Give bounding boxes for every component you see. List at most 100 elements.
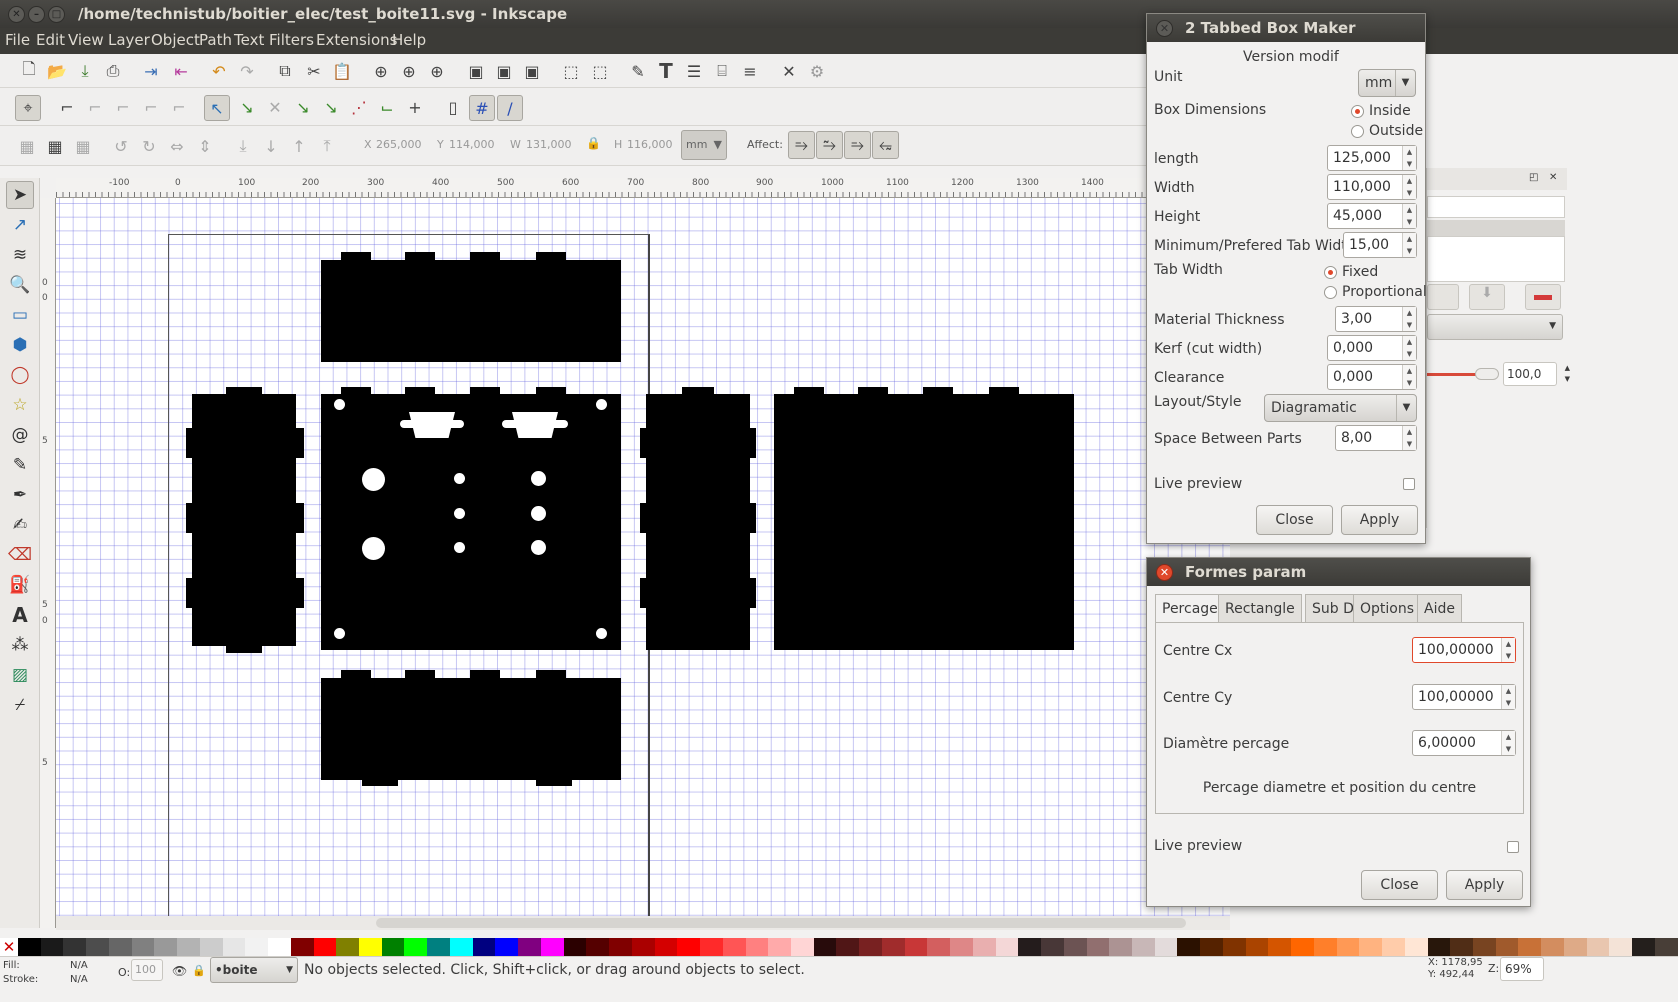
swatch[interactable] bbox=[631, 938, 655, 956]
menu-file[interactable]: File bbox=[5, 31, 30, 49]
snap-path-icon[interactable]: ↘ bbox=[236, 96, 258, 118]
align-distribute-icon[interactable]: ≡ bbox=[739, 60, 761, 82]
new-document-icon[interactable]: 🗋 bbox=[18, 59, 40, 82]
import-icon[interactable]: ⇥ bbox=[140, 60, 162, 82]
snap-midpoint-icon[interactable]: ⋰ bbox=[348, 96, 370, 118]
drawing-canvas[interactable] bbox=[56, 198, 1230, 916]
swatch[interactable] bbox=[1586, 938, 1610, 956]
diametre-percage-field[interactable]: 6,00000 ▲ ▼ bbox=[1412, 730, 1516, 756]
close-dialog-icon[interactable]: ✕ bbox=[1156, 564, 1173, 581]
snap-bbox-mid-icon[interactable]: ⌐ bbox=[140, 96, 162, 118]
drill-hole[interactable] bbox=[454, 508, 465, 519]
flip-vertical-icon[interactable]: ⇕ bbox=[194, 135, 216, 157]
clearance-field[interactable]: 0,000 ▲ ▼ bbox=[1327, 364, 1417, 390]
snap-nodes-icon[interactable]: ↖ bbox=[204, 95, 230, 121]
swatch[interactable] bbox=[836, 938, 860, 956]
swatch[interactable] bbox=[1313, 938, 1337, 956]
min-tab-width-field[interactable]: 15,00 ▲ ▼ bbox=[1343, 232, 1417, 258]
mounting-hole[interactable] bbox=[334, 399, 345, 410]
swatch[interactable] bbox=[1563, 938, 1587, 956]
rectangle-tool-icon[interactable]: ▭ bbox=[6, 301, 34, 329]
swatch[interactable] bbox=[722, 938, 746, 956]
swatch[interactable] bbox=[495, 938, 519, 956]
swatch[interactable] bbox=[1473, 938, 1496, 956]
menu-layer[interactable]: Layer bbox=[108, 31, 150, 49]
rotate-ccw-icon[interactable]: ↺ bbox=[110, 135, 132, 157]
menu-edit[interactable]: Edit bbox=[36, 31, 65, 49]
layer-select[interactable]: •boite ▼ bbox=[210, 957, 298, 983]
width-field[interactable]: 110,000 ▲ ▼ bbox=[1327, 174, 1417, 200]
swatch[interactable] bbox=[563, 938, 587, 956]
live-preview-checkbox[interactable] bbox=[1507, 841, 1519, 853]
spin-arrows-icon[interactable]: ▲ ▼ bbox=[1402, 204, 1416, 228]
box-panel-back[interactable] bbox=[774, 394, 1074, 650]
kerf-field[interactable]: 0,000 ▲ ▼ bbox=[1327, 335, 1417, 361]
swatch[interactable] bbox=[404, 938, 428, 956]
selector-tool-icon[interactable]: ➤ bbox=[6, 181, 34, 209]
menu-object[interactable]: Object bbox=[151, 31, 200, 49]
color-palette[interactable]: ✕ bbox=[0, 938, 1678, 956]
h-field[interactable]: 116,000 bbox=[625, 134, 681, 156]
swatch[interactable] bbox=[1382, 938, 1405, 956]
outside-radio[interactable] bbox=[1351, 125, 1364, 138]
swatch[interactable] bbox=[1336, 938, 1360, 956]
gradient-tool-icon[interactable]: ▨ bbox=[6, 661, 34, 689]
spray-tool-icon[interactable]: ⁂ bbox=[6, 631, 34, 659]
snap-rotation-center-icon[interactable]: + bbox=[404, 96, 426, 118]
swatch[interactable] bbox=[881, 938, 905, 956]
swatch[interactable] bbox=[1291, 938, 1314, 956]
eye-icon[interactable]: 👁 bbox=[172, 964, 187, 978]
snap-grid-icon[interactable]: # bbox=[469, 95, 495, 121]
proportional-radio[interactable] bbox=[1324, 286, 1337, 299]
drill-hole[interactable] bbox=[531, 471, 546, 486]
select-all-icon[interactable]: ▦ bbox=[16, 135, 38, 157]
swatch[interactable] bbox=[199, 938, 223, 956]
horizontal-scrollbar[interactable] bbox=[56, 916, 1230, 930]
drill-hole[interactable] bbox=[454, 473, 465, 484]
swatch[interactable] bbox=[1427, 938, 1451, 956]
swatch[interactable] bbox=[972, 938, 996, 956]
duplicate-icon[interactable]: ▣ bbox=[465, 60, 487, 82]
text-tool-icon[interactable]: A bbox=[6, 601, 34, 629]
no-paint-swatch-icon[interactable]: ✕ bbox=[0, 938, 18, 956]
swatch[interactable] bbox=[1109, 938, 1132, 956]
close-window-icon[interactable]: ✕ bbox=[8, 6, 25, 23]
swatch[interactable] bbox=[1086, 938, 1110, 956]
swatch[interactable] bbox=[1495, 938, 1519, 956]
unit-select[interactable]: mm ▼ bbox=[1358, 69, 1416, 97]
swatch[interactable] bbox=[1450, 938, 1473, 956]
length-field[interactable]: 125,000 ▲ ▼ bbox=[1327, 145, 1417, 171]
swatch[interactable] bbox=[609, 938, 632, 956]
ellipse-tool-icon[interactable]: ◯ bbox=[6, 361, 34, 389]
spiral-tool-icon[interactable]: @ bbox=[6, 421, 34, 449]
ungroup-icon[interactable]: ⬚ bbox=[589, 60, 611, 82]
tab-rectangle[interactable]: Rectangle bbox=[1218, 594, 1302, 622]
close-button[interactable]: Close bbox=[1256, 505, 1333, 535]
swatch[interactable] bbox=[472, 938, 496, 956]
swatch[interactable] bbox=[1018, 938, 1042, 956]
swatch[interactable] bbox=[1359, 938, 1383, 956]
zoom-tool-icon[interactable]: 🔍 bbox=[6, 271, 34, 299]
swatch[interactable] bbox=[518, 938, 541, 956]
document-properties-icon[interactable]: ⚙ bbox=[806, 60, 828, 82]
panel-list[interactable] bbox=[1427, 196, 1565, 218]
x-field[interactable]: 265,000 bbox=[374, 134, 430, 156]
snap-cusp-icon[interactable]: ↘ bbox=[292, 96, 314, 118]
node-tool-icon[interactable]: ↗ bbox=[6, 211, 34, 239]
cut-icon[interactable]: ✂ bbox=[303, 60, 325, 82]
swatch[interactable] bbox=[654, 938, 678, 956]
swatch[interactable] bbox=[268, 938, 291, 956]
undo-icon[interactable]: ↶ bbox=[208, 60, 230, 82]
layers-icon[interactable]: ☰ bbox=[683, 60, 705, 82]
swatch[interactable] bbox=[586, 938, 610, 956]
spin-arrows-icon[interactable]: ▲ ▼ bbox=[1501, 685, 1515, 709]
swatch[interactable] bbox=[1177, 938, 1201, 956]
zoom-selection-icon[interactable]: ⊕ bbox=[370, 60, 392, 82]
tweak-tool-icon[interactable]: ≋ bbox=[6, 241, 34, 269]
unit-select[interactable]: mm ▼ bbox=[681, 130, 727, 160]
swatch[interactable] bbox=[336, 938, 360, 956]
swatch[interactable] bbox=[40, 938, 64, 956]
swatch[interactable] bbox=[154, 938, 178, 956]
copy-icon[interactable]: ⧉ bbox=[274, 60, 296, 82]
panel-combo[interactable]: ▼ bbox=[1427, 314, 1563, 340]
